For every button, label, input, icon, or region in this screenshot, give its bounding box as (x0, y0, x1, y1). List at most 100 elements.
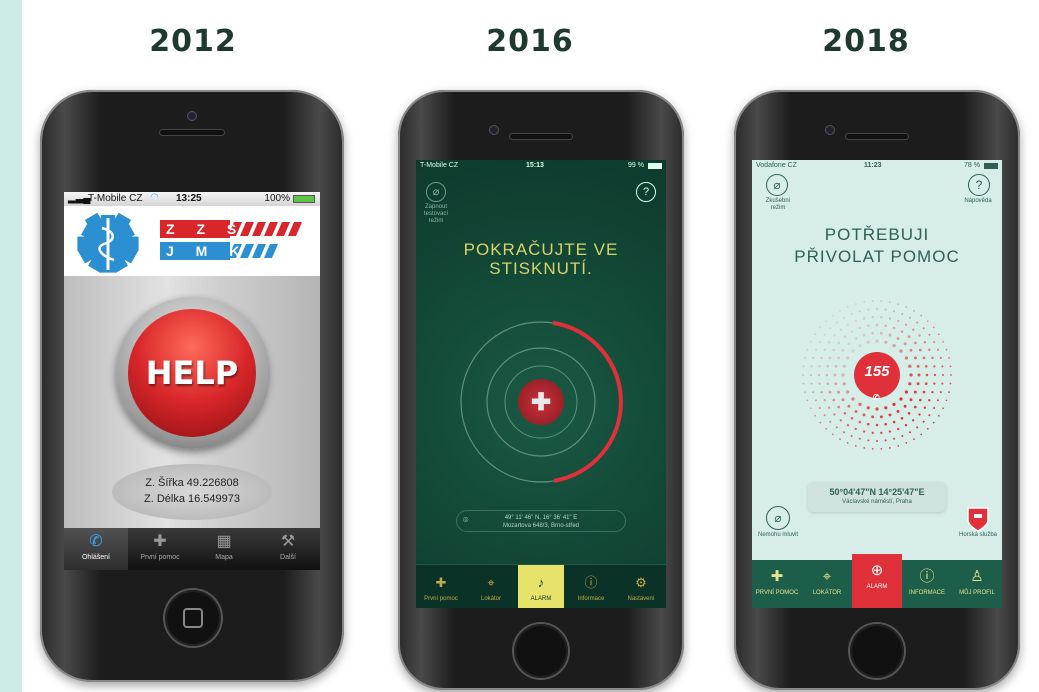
map-icon: ▦ (216, 533, 232, 550)
ring-dot (904, 323, 908, 326)
ring-dot (903, 342, 907, 346)
ring-dot (920, 314, 923, 317)
ring-dot (866, 406, 870, 410)
tab-alarm[interactable]: ⊕ ALARM (852, 554, 902, 608)
ring-dot (814, 333, 817, 336)
logo-letters-bottom: J M K (166, 243, 249, 259)
ring-dot (835, 321, 838, 324)
tab-dalsi[interactable]: ⚒ Další (256, 528, 320, 570)
ring-dot (933, 382, 936, 385)
tab-label: Ohlášení (81, 554, 111, 561)
ring-dot (918, 413, 921, 416)
ring-dot (926, 320, 929, 323)
app-screen-2018: Vodafone CZ 11:23 78 % ⌀ Zkušební režim … (752, 160, 1002, 608)
ring-dot (842, 382, 846, 386)
title-line-2: PŘIVOLAT POMOC (794, 247, 960, 266)
help-button[interactable]: HELP (128, 309, 256, 437)
ring-dot (871, 448, 874, 450)
ring-dot (923, 341, 927, 344)
ring-dot (875, 423, 879, 427)
ring-dot (879, 331, 883, 335)
ring-dot (829, 420, 832, 423)
tab-lokator[interactable]: ⌖ Lokátor (466, 565, 516, 608)
ring-dot (815, 348, 817, 351)
ring-dot (806, 399, 809, 402)
location-box: 50°04'47"N 14°25'47"E Václavské náměstí,… (808, 482, 946, 512)
latitude-text: Z. Šířka 49.226808 (145, 477, 239, 489)
ring-dot (904, 356, 908, 360)
ring-dot (834, 364, 838, 368)
ring-dot (839, 310, 841, 312)
earpiece-speaker (846, 134, 908, 139)
ring-dot (833, 334, 836, 337)
ring-dot (932, 421, 935, 424)
home-button[interactable] (514, 624, 568, 678)
ring-dot (802, 374, 804, 376)
ring-dot (810, 374, 812, 376)
ring-dot (842, 364, 846, 368)
ring-dot (850, 417, 854, 420)
tab-nastaveni[interactable]: ⚙ Nastavení (616, 565, 666, 608)
alarm-button[interactable]: ✚ (518, 379, 564, 425)
ring-dot (839, 419, 842, 422)
tab-alarm[interactable]: ♪ ALARM (518, 565, 564, 608)
ring-dot (837, 341, 840, 345)
ring-dot (827, 406, 831, 409)
tab-ohlaseni[interactable]: ✆ Ohlášení (64, 528, 128, 570)
ring-dot (932, 326, 935, 329)
ring-dot (826, 365, 830, 368)
battery-icon (293, 195, 315, 203)
ring-dot (920, 433, 923, 436)
tab-informace[interactable]: ⓘ INFORMACE (902, 560, 952, 608)
ring-dot (907, 335, 911, 338)
ring-dot (897, 445, 900, 447)
earpiece-speaker (160, 130, 224, 135)
tab-label: Lokátor (480, 596, 501, 602)
tab-bar: ✆ Ohlášení ✚ První pomoc ▦ Mapa ⚒ Další (64, 528, 320, 570)
tab-lokator[interactable]: ⌖ LOKÁTOR (802, 560, 852, 608)
test-mode-label: Zkušební režim (765, 198, 791, 211)
ring-dot (888, 301, 891, 303)
call-155-button[interactable]: 155 ✆ (854, 352, 900, 402)
ring-dot (923, 406, 927, 409)
ring-dot (858, 326, 862, 330)
cant-speak-label: Nemohu mluvit (758, 532, 799, 538)
ring-dot (880, 300, 883, 302)
tab-mapa[interactable]: ▦ Mapa (192, 528, 256, 570)
location-address: Václavské náměstí, Praha (842, 499, 912, 505)
tab-prvni-pomoc[interactable]: ✚ PRVNÍ POMOC (752, 560, 802, 608)
tab-prvni-pomoc[interactable]: ✚ První pomoc (416, 565, 466, 608)
ring-dot (884, 422, 887, 426)
home-button[interactable] (850, 624, 904, 678)
ring-dot (818, 341, 821, 343)
status-bar: Vodafone CZ 11:23 78 % (752, 160, 1002, 172)
tab-prvni-pomoc[interactable]: ✚ První pomoc (128, 528, 192, 570)
help-button[interactable]: ? (636, 182, 656, 202)
test-mode-toggle[interactable]: ⌀ (766, 174, 788, 196)
ring-dot (949, 382, 952, 385)
ring-dot (854, 303, 857, 305)
ring-dot (843, 412, 847, 415)
tab-muj-profil[interactable]: ♙ MŮJ PROFIL (952, 560, 1002, 608)
test-mode-toggle[interactable]: ⌀ (426, 182, 446, 202)
ring-dot (876, 440, 878, 442)
ring-dot (850, 313, 853, 315)
cross-icon: ✚ (530, 388, 552, 416)
ring-dot (925, 373, 929, 377)
tab-label: MŮJ PROFIL (959, 590, 995, 596)
ring-dot (897, 303, 900, 305)
home-button[interactable] (165, 590, 221, 646)
year-label-2012: 2012 (149, 24, 237, 59)
help-button[interactable]: ? (968, 174, 990, 196)
ring-dot (948, 391, 950, 393)
mountain-service-button[interactable] (966, 506, 990, 532)
ring-dot (901, 313, 904, 315)
ring-dot (846, 390, 850, 394)
ring-dot (806, 348, 809, 351)
location-pin-icon: ⌾ (463, 515, 469, 525)
clock: 13:25 (176, 193, 202, 204)
ring-dot (892, 420, 896, 424)
tab-informace[interactable]: ⓘ Informace (566, 565, 616, 608)
ring-dot (854, 319, 857, 323)
cant-speak-button[interactable]: ⌀ (766, 506, 790, 530)
